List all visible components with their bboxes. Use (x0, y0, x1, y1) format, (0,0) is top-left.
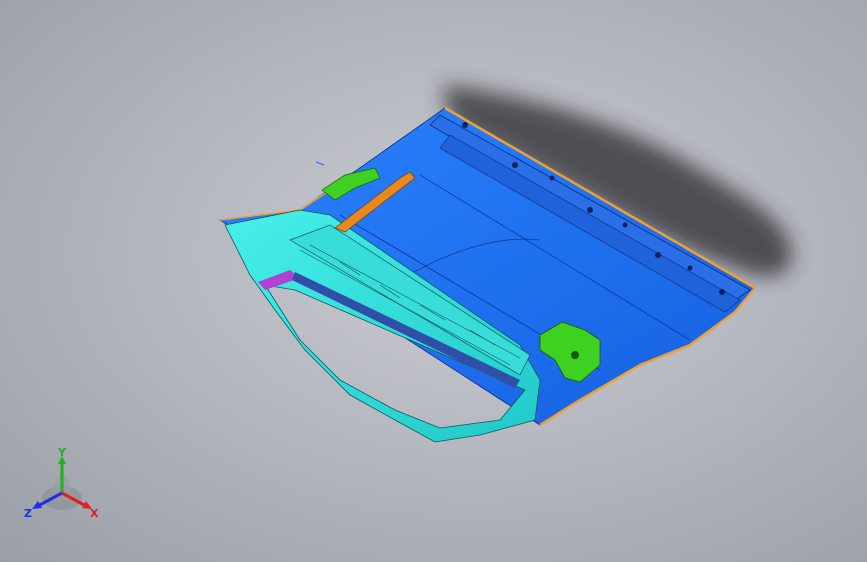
latch-bracket-hole (571, 351, 579, 359)
sketch-line (315, 161, 325, 166)
y-axis-label: Y (57, 448, 67, 459)
x-axis-label: X (90, 507, 99, 520)
graphics-viewport[interactable]: Y X Z (0, 0, 867, 562)
orientation-triad[interactable]: Y X Z (22, 448, 106, 524)
z-axis-label: Z (24, 507, 32, 520)
hood-assembly-model[interactable] (0, 0, 867, 562)
